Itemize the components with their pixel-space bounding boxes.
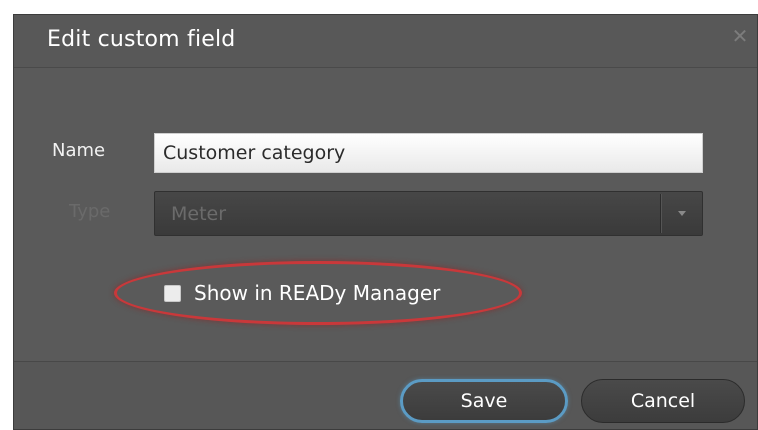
edit-custom-field-dialog: Edit custom field ✕ Name Type Meter Show… [13, 14, 758, 430]
type-select[interactable]: Meter [154, 191, 703, 236]
show-in-ready-manager-checkbox[interactable] [164, 284, 181, 302]
show-in-ready-manager-label[interactable]: Show in READy Manager [194, 281, 440, 305]
chevron-down-icon[interactable] [673, 206, 691, 220]
dialog-title: Edit custom field [47, 27, 236, 52]
save-button[interactable]: Save [400, 379, 568, 423]
close-icon[interactable]: ✕ [729, 25, 751, 47]
type-select-value: Meter [171, 203, 227, 225]
cancel-button[interactable]: Cancel [581, 379, 745, 423]
show-in-ready-manager-row[interactable]: Show in READy Manager [164, 280, 440, 306]
select-divider [660, 194, 662, 233]
dialog-footer: Save Cancel [14, 361, 757, 429]
type-label: Type [69, 201, 111, 222]
name-input[interactable] [154, 133, 703, 173]
dialog-titlebar: Edit custom field ✕ [14, 15, 757, 68]
name-label: Name [52, 140, 106, 161]
